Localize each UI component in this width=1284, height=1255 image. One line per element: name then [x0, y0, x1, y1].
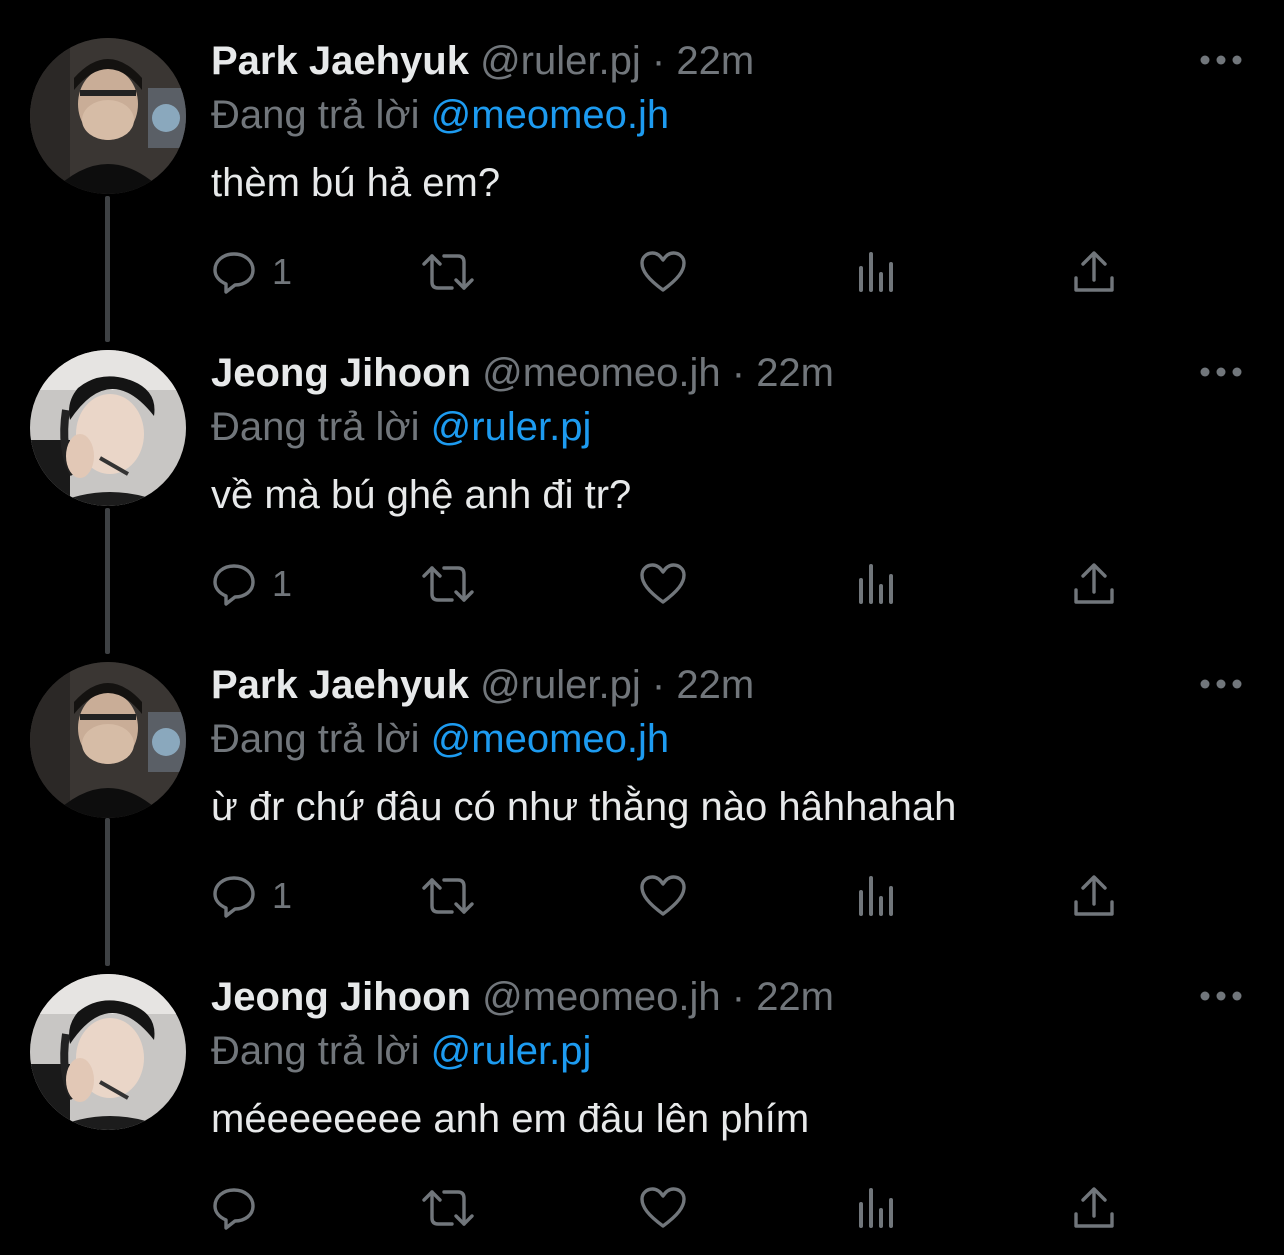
tweet[interactable]: Park Jaehyuk @ruler.pj · 22m Đang trả lờ… [0, 0, 1284, 312]
reply-count: 1 [272, 251, 293, 292]
replying-to: Đang trả lời @meomeo.jh [211, 716, 669, 762]
tweet-header: Park Jaehyuk @ruler.pj · 22m [211, 38, 754, 84]
tweet-actions [210, 1180, 1130, 1236]
retweet-icon [422, 254, 474, 290]
separator: · [651, 39, 666, 83]
tweet-text: thèm bú hả em? [211, 161, 501, 205]
handle[interactable]: @ruler.pj [480, 663, 641, 707]
display-name[interactable]: Jeong Jihoon [211, 351, 471, 395]
retweet-button[interactable] [420, 868, 476, 924]
retweet-icon [422, 1190, 474, 1226]
avatar-park-jaehyuk[interactable] [30, 38, 186, 194]
display-name[interactable]: Park Jaehyuk [211, 663, 469, 707]
replying-to-prefix: Đang trả lời [211, 1029, 420, 1073]
views-icon [859, 876, 893, 916]
tweet-text: về mà bú ghệ anh đi tr? [211, 473, 632, 517]
replying-to: Đang trả lời @ruler.pj [211, 1028, 591, 1074]
tweet-actions: 1 [210, 868, 1130, 924]
views-icon [859, 252, 893, 292]
tweet[interactable]: Park Jaehyuk @ruler.pj · 22m Đang trả lờ… [0, 624, 1284, 936]
replying-to-prefix: Đang trả lời [211, 717, 420, 761]
reply-button[interactable] [210, 1180, 272, 1236]
timestamp[interactable]: 22m [676, 663, 754, 707]
like-button[interactable] [638, 556, 688, 612]
replying-to-link[interactable]: @meomeo.jh [431, 717, 669, 761]
reply-icon [213, 252, 255, 294]
separator: · [731, 975, 746, 1019]
share-icon [1074, 251, 1114, 292]
tweet-text: ừ đr chứ đâu có như thằng nào hâhhahah [211, 785, 957, 829]
tweet-actions: 1 [210, 556, 1130, 612]
avatar-jeong-jihoon[interactable] [30, 350, 186, 506]
replying-to-prefix: Đang trả lời [211, 93, 420, 137]
like-button[interactable] [638, 244, 688, 300]
replying-to-link[interactable]: @ruler.pj [431, 405, 592, 449]
avatar-park-jaehyuk[interactable] [30, 662, 186, 818]
separator: · [651, 663, 666, 707]
like-button[interactable] [638, 868, 688, 924]
display-name[interactable]: Jeong Jihoon [211, 975, 471, 1019]
timestamp[interactable]: 22m [676, 39, 754, 83]
reply-count: 1 [272, 563, 293, 604]
share-button[interactable] [1070, 868, 1118, 924]
share-icon [1074, 875, 1114, 916]
more-icon[interactable] [1196, 48, 1246, 72]
tweet-actions: 1 [210, 244, 1130, 300]
reply-button[interactable]: 1 [210, 868, 292, 924]
tweet-text: méeeeeeee anh em đâu lên phím [211, 1097, 810, 1141]
heart-icon [640, 563, 686, 604]
avatar-jeong-jihoon[interactable] [30, 974, 186, 1130]
tweet-header: Jeong Jihoon @meomeo.jh · 22m [211, 350, 834, 396]
heart-icon [640, 875, 686, 916]
separator: · [731, 351, 746, 395]
views-icon [859, 1188, 893, 1228]
heart-icon [640, 251, 686, 292]
timestamp[interactable]: 22m [756, 975, 834, 1019]
tweet-header: Jeong Jihoon @meomeo.jh · 22m [211, 974, 834, 1020]
replying-to: Đang trả lời @ruler.pj [211, 404, 591, 450]
retweet-button[interactable] [420, 1180, 476, 1236]
display-name[interactable]: Park Jaehyuk [211, 39, 469, 83]
reply-icon [213, 1188, 255, 1230]
reply-thread: Park Jaehyuk @ruler.pj · 22m Đang trả lờ… [0, 0, 1284, 1255]
tweet-header: Park Jaehyuk @ruler.pj · 22m [211, 662, 754, 708]
replying-to-link[interactable]: @meomeo.jh [431, 93, 669, 137]
reply-button[interactable]: 1 [210, 244, 292, 300]
share-icon [1074, 563, 1114, 604]
handle[interactable]: @meomeo.jh [482, 351, 720, 395]
retweet-icon [422, 878, 474, 914]
reply-button[interactable]: 1 [210, 556, 292, 612]
reply-icon [213, 876, 255, 918]
retweet-button[interactable] [420, 556, 476, 612]
replying-to: Đang trả lời @meomeo.jh [211, 92, 669, 138]
handle[interactable]: @ruler.pj [480, 39, 641, 83]
more-icon[interactable] [1196, 672, 1246, 696]
more-icon[interactable] [1196, 984, 1246, 1008]
retweet-icon [422, 566, 474, 602]
heart-icon [640, 1187, 686, 1228]
tweet[interactable]: Jeong Jihoon @meomeo.jh · 22m Đang trả l… [0, 936, 1284, 1248]
replying-to-prefix: Đang trả lời [211, 405, 420, 449]
reply-icon [213, 564, 255, 606]
views-button[interactable] [856, 556, 900, 612]
timestamp[interactable]: 22m [756, 351, 834, 395]
views-button[interactable] [856, 868, 900, 924]
share-button[interactable] [1070, 1180, 1118, 1236]
like-button[interactable] [638, 1180, 688, 1236]
views-button[interactable] [856, 244, 900, 300]
views-button[interactable] [856, 1180, 900, 1236]
tweet[interactable]: Jeong Jihoon @meomeo.jh · 22m Đang trả l… [0, 312, 1284, 624]
reply-count: 1 [272, 875, 293, 916]
more-icon[interactable] [1196, 360, 1246, 384]
views-icon [859, 564, 893, 604]
retweet-button[interactable] [420, 244, 476, 300]
share-icon [1074, 1187, 1114, 1228]
share-button[interactable] [1070, 556, 1118, 612]
handle[interactable]: @meomeo.jh [482, 975, 720, 1019]
share-button[interactable] [1070, 244, 1118, 300]
replying-to-link[interactable]: @ruler.pj [431, 1029, 592, 1073]
